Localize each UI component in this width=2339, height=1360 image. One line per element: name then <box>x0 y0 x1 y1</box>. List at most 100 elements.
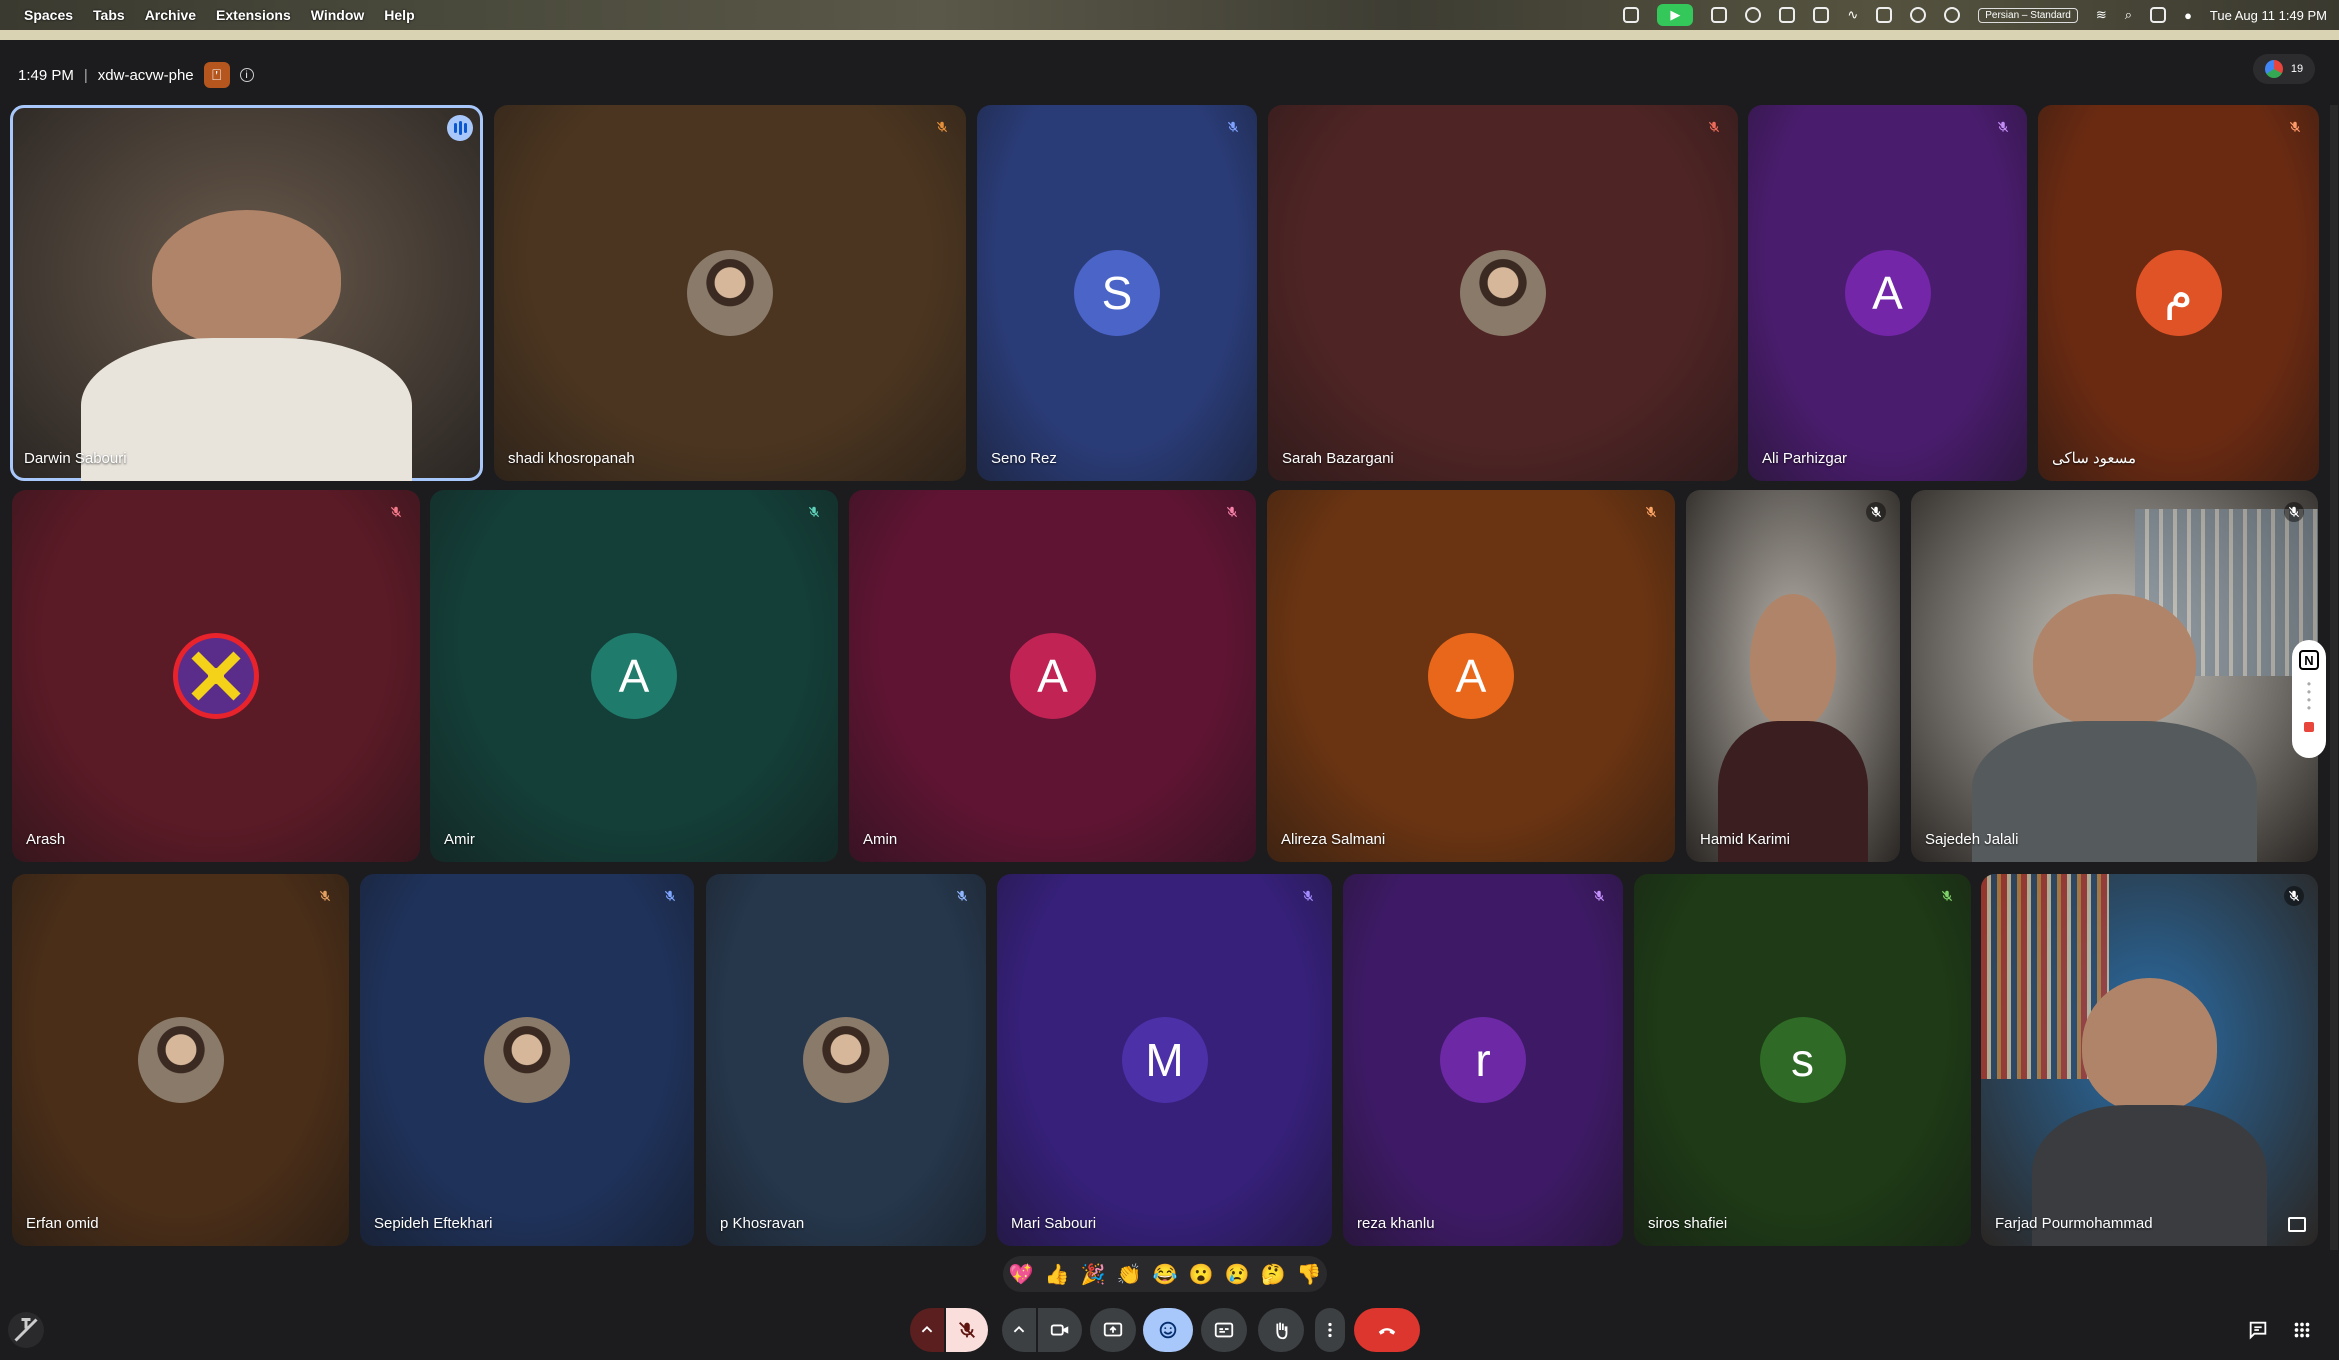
leave-call-button[interactable] <box>1354 1308 1420 1352</box>
present-button[interactable] <box>1090 1308 1136 1352</box>
chevron-up-icon <box>1013 1325 1025 1333</box>
participant-tile[interactable]: A Amin <box>849 490 1256 862</box>
host-controls-icon[interactable]: ⍞ <box>203 62 230 88</box>
participant-name: p Khosravan <box>720 1215 805 1232</box>
avatar-letter: M <box>1145 1034 1184 1086</box>
participant-tile[interactable]: S Seno Rez <box>977 105 1257 481</box>
activities-icon[interactable] <box>2284 1312 2320 1348</box>
camera-button[interactable] <box>1038 1308 1082 1352</box>
reaction-surprised-button[interactable]: 😮 <box>1189 1262 1214 1287</box>
mic-muted-icon <box>1223 117 1243 137</box>
keyboard-layout[interactable]: Persian – Standard <box>1978 7 2078 23</box>
menu-spaces[interactable]: Spaces <box>24 7 73 23</box>
participant-tile[interactable]: Sepideh Eftekhari <box>360 874 694 1246</box>
avatar-letter: s <box>1791 1034 1814 1086</box>
participant-name: reza khanlu <box>1357 1215 1435 1232</box>
mic-muted-icon <box>804 502 824 522</box>
more-options-button[interactable] <box>1315 1308 1345 1352</box>
search-icon[interactable]: ⌕ <box>2125 7 2132 23</box>
participant-tile[interactable]: Sajedeh Jalali <box>1911 490 2318 862</box>
menubar-menu: Spaces Tabs Archive Extensions Window He… <box>0 7 415 23</box>
avatar-photo <box>484 1017 570 1103</box>
emoji-reactions-button[interactable] <box>1143 1308 1193 1352</box>
participant-tile[interactable]: Darwin Sabouri <box>10 105 483 481</box>
avatar-initial: r <box>1440 1017 1526 1103</box>
avatar-letter: A <box>1037 650 1068 702</box>
menu-window[interactable]: Window <box>311 7 365 23</box>
avatar-photo <box>137 1017 224 1103</box>
wave-icon[interactable]: ∿ <box>1847 7 1858 23</box>
mic-muted-icon <box>1993 117 2013 137</box>
companion-mode-icon[interactable] <box>8 1312 44 1348</box>
drag-handle-icon[interactable]: • • • • <box>2307 678 2311 714</box>
participant-tile[interactable]: A Alireza Salmani <box>1267 490 1675 862</box>
siri-icon[interactable]: ● <box>2184 8 2192 23</box>
scrollbar[interactable] <box>2330 105 2338 1250</box>
menu-tabs[interactable]: Tabs <box>93 7 125 23</box>
control-center-icon[interactable] <box>2150 7 2167 23</box>
menu-extensions[interactable]: Extensions <box>216 7 291 23</box>
reaction-sad-button[interactable]: 😢 <box>1225 1262 1250 1287</box>
camera-in-use-icon[interactable]: ▶ <box>1657 4 1694 26</box>
reaction-thumbs-down-button[interactable]: 👎 <box>1297 1262 1322 1287</box>
avatar-initial: S <box>1074 250 1160 336</box>
participant-count: 19 <box>2290 63 2304 75</box>
participant-tile[interactable]: s siros shafiei <box>1634 874 1971 1246</box>
avatar-initial: M <box>1121 1017 1208 1103</box>
participant-tile[interactable]: Farjad Pourmohammad <box>1981 874 2318 1246</box>
participant-name: Mari Sabouri <box>1011 1215 1097 1232</box>
mic-muted-icon <box>1298 886 1318 906</box>
meeting-info: 1:49 PM | xdw-acvw-phe ⍞ i <box>18 62 254 88</box>
reaction-party-button[interactable]: 🎉 <box>1081 1262 1106 1287</box>
macos-menubar: Spaces Tabs Archive Extensions Window He… <box>0 0 2339 40</box>
avatar-letter: A <box>1872 267 1903 319</box>
raise-hand-button[interactable] <box>1258 1308 1304 1352</box>
timer-icon[interactable] <box>1910 7 1927 23</box>
info-icon[interactable]: i <box>239 68 254 82</box>
status-icon[interactable] <box>1711 7 1728 23</box>
mic-muted-icon <box>1704 117 1724 137</box>
menubar-clock[interactable]: Tue Aug 11 1:49 PM <box>2210 8 2327 23</box>
play-icon[interactable] <box>1944 7 1961 23</box>
chat-icon[interactable] <box>2240 1312 2276 1348</box>
participant-tile[interactable]: A Ali Parhizgar <box>1748 105 2027 481</box>
avatar-photo <box>687 250 773 336</box>
participant-name: Sarah Bazargani <box>1282 450 1394 467</box>
mic-muted-icon <box>2284 502 2304 522</box>
doc-icon[interactable] <box>1813 7 1830 23</box>
reaction-laugh-button[interactable]: 😂 <box>1153 1262 1178 1287</box>
record-stop-icon[interactable] <box>2304 722 2314 732</box>
captions-icon <box>1214 1322 1234 1338</box>
menu-archive[interactable]: Archive <box>145 7 196 23</box>
participant-tile[interactable]: Hamid Karimi <box>1686 490 1900 862</box>
participant-tile[interactable]: M Mari Sabouri <box>997 874 1332 1246</box>
reaction-clap-button[interactable]: 👏 <box>1117 1262 1142 1287</box>
participant-tile[interactable]: r reza khanlu <box>1343 874 1623 1246</box>
participant-tile[interactable]: shadi khosropanah <box>494 105 966 481</box>
reaction-thinking-button[interactable]: 🤔 <box>1261 1262 1286 1287</box>
captions-button[interactable] <box>1201 1308 1247 1352</box>
avatar-initial: A <box>1009 633 1096 719</box>
reaction-thumbs-up-button[interactable]: 👍 <box>1045 1262 1070 1287</box>
audio-options-button[interactable] <box>910 1308 944 1352</box>
video-options-button[interactable] <box>1002 1308 1036 1352</box>
participant-tile[interactable]: A Amir <box>430 490 838 862</box>
notion-menubar-icon[interactable] <box>1876 7 1893 23</box>
app-icon[interactable] <box>1623 7 1640 23</box>
participant-tile[interactable]: Sarah Bazargani <box>1268 105 1738 481</box>
openai-icon[interactable] <box>1745 7 1762 23</box>
pip-icon[interactable] <box>2288 1217 2306 1232</box>
notion-icon[interactable]: N <box>2299 650 2319 670</box>
participant-tile[interactable]: Arash <box>12 490 420 862</box>
participant-tile[interactable]: م مسعود ساکی <box>2038 105 2319 481</box>
cloud-icon[interactable] <box>1779 7 1796 23</box>
wallpaper-strip <box>0 30 2339 40</box>
reaction-heart-button[interactable]: 💖 <box>1009 1262 1034 1287</box>
menu-help[interactable]: Help <box>384 7 414 23</box>
notion-floating-widget[interactable]: N • • • • <box>2292 640 2326 758</box>
participant-tile[interactable]: Erfan omid <box>12 874 349 1246</box>
mic-off-button[interactable] <box>946 1308 988 1352</box>
participant-tile[interactable]: p Khosravan <box>706 874 986 1246</box>
people-button[interactable]: 19 <box>2253 54 2315 84</box>
wifi-icon[interactable]: ≋ <box>2096 7 2107 23</box>
